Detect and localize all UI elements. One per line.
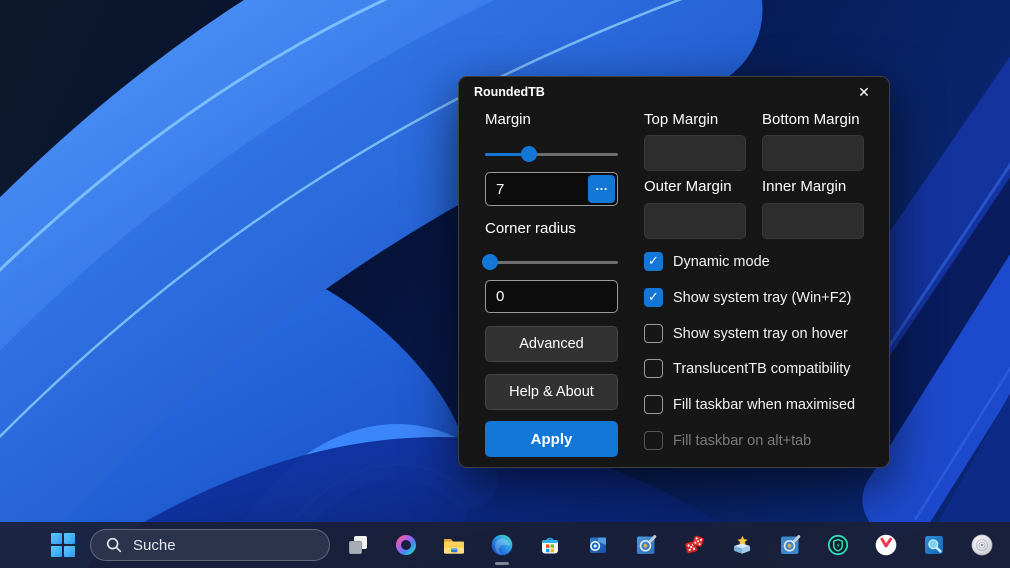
apply-button[interactable]: Apply [485, 421, 618, 457]
checkbox-label: Show system tray (Win+F2) [673, 289, 852, 306]
top-margin-label: Top Margin [644, 111, 719, 128]
checkbox-translucenttb[interactable]: ✓ TranslucentTB compatibility [644, 358, 851, 379]
outer-margin-input[interactable] [644, 203, 746, 239]
checkbox-label: Show system tray on hover [673, 325, 848, 342]
help-about-button[interactable]: Help & About [485, 374, 618, 410]
task-view-icon[interactable] [345, 532, 371, 558]
advanced-button[interactable]: Advanced [485, 326, 618, 362]
running-indicator [495, 562, 509, 565]
slider-thumb[interactable] [482, 254, 499, 270]
windows-logo-icon [51, 533, 75, 557]
disc-burner-icon[interactable] [969, 532, 995, 558]
search-input[interactable]: Suche [90, 529, 330, 561]
checkbox-box[interactable]: ✓ [644, 395, 663, 414]
outer-margin-label: Outer Margin [644, 178, 732, 195]
checkbox-box: ✓ [644, 431, 663, 450]
bottom-margin-label: Bottom Margin [762, 111, 860, 128]
checkbox-dynamic-mode[interactable]: ✓ Dynamic mode [644, 251, 770, 272]
taskbar: Suche [0, 522, 1010, 568]
margin-label: Margin [485, 111, 531, 128]
checkbox-box[interactable]: ✓ [644, 252, 663, 271]
shield-security-icon[interactable] [825, 532, 851, 558]
checkbox-label: TranslucentTB compatibility [673, 360, 851, 377]
margin-input-group: … [485, 172, 618, 206]
close-icon: ✕ [858, 85, 870, 101]
desktop: RoundedTB ✕ Margin … Corner radius Advan… [0, 0, 1010, 568]
cheat-engine-2-icon[interactable] [777, 532, 803, 558]
checkbox-tray-on-hover[interactable]: ✓ Show system tray on hover [644, 323, 848, 344]
search-tool-icon[interactable] [921, 532, 947, 558]
checkbox-show-system-tray[interactable]: ✓ Show system tray (Win+F2) [644, 287, 851, 308]
roundedtb-window: RoundedTB ✕ Margin … Corner radius Advan… [458, 76, 890, 468]
slider-track[interactable] [485, 261, 618, 264]
margin-slider[interactable] [485, 146, 618, 162]
advanced-label: Advanced [519, 336, 584, 352]
dice-game-icon[interactable] [681, 532, 707, 558]
check-icon: ✓ [648, 290, 659, 305]
close-button[interactable]: ✕ [853, 82, 875, 104]
slider-thumb[interactable] [520, 146, 537, 162]
corner-radius-slider[interactable] [482, 254, 618, 270]
checkbox-label: Fill taskbar when maximised [673, 396, 856, 413]
checkbox-label: Dynamic mode [673, 253, 770, 270]
start-button[interactable] [49, 531, 77, 559]
top-margin-input[interactable] [644, 135, 746, 171]
inner-margin-input[interactable] [762, 203, 864, 239]
corner-radius-input[interactable] [485, 280, 618, 313]
search-icon [106, 537, 122, 553]
ellipsis-icon: … [595, 178, 608, 193]
search-placeholder: Suche [133, 536, 176, 554]
apply-label: Apply [530, 430, 573, 448]
yandex-browser-icon[interactable] [873, 532, 899, 558]
checkbox-fill-maximised[interactable]: ✓ Fill taskbar when maximised [644, 394, 855, 415]
help-about-label: Help & About [509, 384, 594, 400]
box-star-icon[interactable] [729, 532, 755, 558]
taskbar-icons [345, 532, 995, 565]
copilot-icon[interactable] [393, 532, 419, 558]
corner-input-group [485, 280, 618, 313]
checkbox-fill-alttab: ✓ Fill taskbar on alt+tab [644, 430, 811, 451]
checkbox-label: Fill taskbar on alt+tab [673, 432, 812, 449]
file-explorer-icon[interactable] [441, 532, 467, 558]
edge-icon[interactable] [489, 532, 515, 565]
titlebar[interactable]: RoundedTB ✕ [459, 77, 889, 107]
checkbox-box[interactable]: ✓ [644, 324, 663, 343]
margin-more-button[interactable]: … [588, 175, 615, 203]
bottom-margin-input[interactable] [762, 135, 864, 171]
inner-margin-label: Inner Margin [762, 178, 847, 195]
microsoft-store-icon[interactable] [537, 532, 563, 558]
corner-radius-label: Corner radius [485, 220, 576, 237]
cheat-engine-icon[interactable] [633, 532, 659, 558]
checkbox-box[interactable]: ✓ [644, 359, 663, 378]
checkbox-box[interactable]: ✓ [644, 288, 663, 307]
check-icon: ✓ [648, 254, 659, 269]
outlook-icon[interactable] [585, 532, 611, 558]
window-title: RoundedTB [474, 85, 545, 99]
